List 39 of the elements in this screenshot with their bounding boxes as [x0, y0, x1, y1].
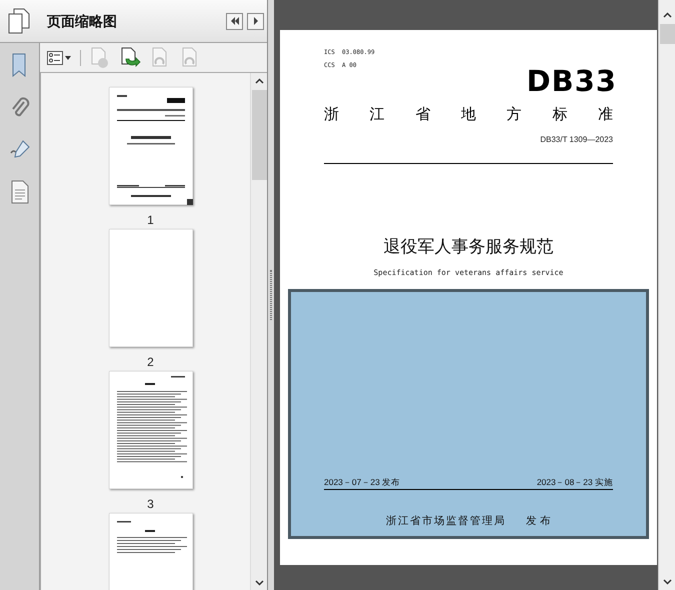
- caret-icon: [65, 56, 71, 60]
- document-title: 退役军人事务服务规范: [384, 236, 554, 258]
- collapse-button[interactable]: [226, 12, 243, 30]
- scroll-thumb[interactable]: [252, 90, 266, 180]
- standard-type-char: 江: [370, 105, 385, 125]
- page-number: 1: [147, 212, 154, 229]
- right-arrow-icon: [252, 17, 258, 25]
- page-number: 2: [147, 354, 154, 371]
- list-icon: [47, 50, 63, 64]
- standard-type-char: 方: [506, 105, 522, 125]
- panel-title: 页面缩略图: [47, 12, 117, 30]
- scroll-up-icon[interactable]: [662, 12, 672, 18]
- publisher-action: 发 布: [526, 514, 551, 530]
- standard-logo: DB33: [526, 66, 617, 96]
- double-left-arrow-icon: [230, 17, 240, 25]
- scroll-up-icon[interactable]: [254, 78, 264, 84]
- page-thumbnail[interactable]: [108, 87, 192, 205]
- insert-page-icon[interactable]: [119, 46, 141, 68]
- page-thumbnail[interactable]: [108, 371, 192, 489]
- standard-type-char: 标: [552, 105, 568, 125]
- scroll-down-icon[interactable]: [254, 580, 264, 586]
- publisher: 浙江省市场监督管理局: [386, 514, 506, 530]
- expand-button[interactable]: [247, 12, 264, 30]
- standard-type-char: 地: [460, 105, 476, 125]
- document-icon[interactable]: [10, 180, 28, 204]
- pages-icon[interactable]: [7, 8, 31, 34]
- page-thumbnail[interactable]: [108, 229, 192, 347]
- page-number: 3: [147, 496, 154, 513]
- standard-type-char: 浙: [324, 105, 339, 125]
- publish-date: 2023－07－23 发布: [324, 476, 400, 488]
- scrollbar[interactable]: [250, 73, 267, 590]
- scroll-thumb[interactable]: [660, 24, 674, 44]
- scroll-down-icon[interactable]: [662, 579, 672, 585]
- standard-number: DB33/T 1309—2023: [540, 134, 613, 146]
- bookmark-icon[interactable]: [10, 53, 28, 77]
- standard-type-char: 准: [598, 105, 613, 125]
- effective-date: 2023－08－23 实施: [536, 476, 613, 488]
- standard-type-char: 省: [415, 105, 430, 125]
- viewer-scrollbar[interactable]: [658, 0, 675, 590]
